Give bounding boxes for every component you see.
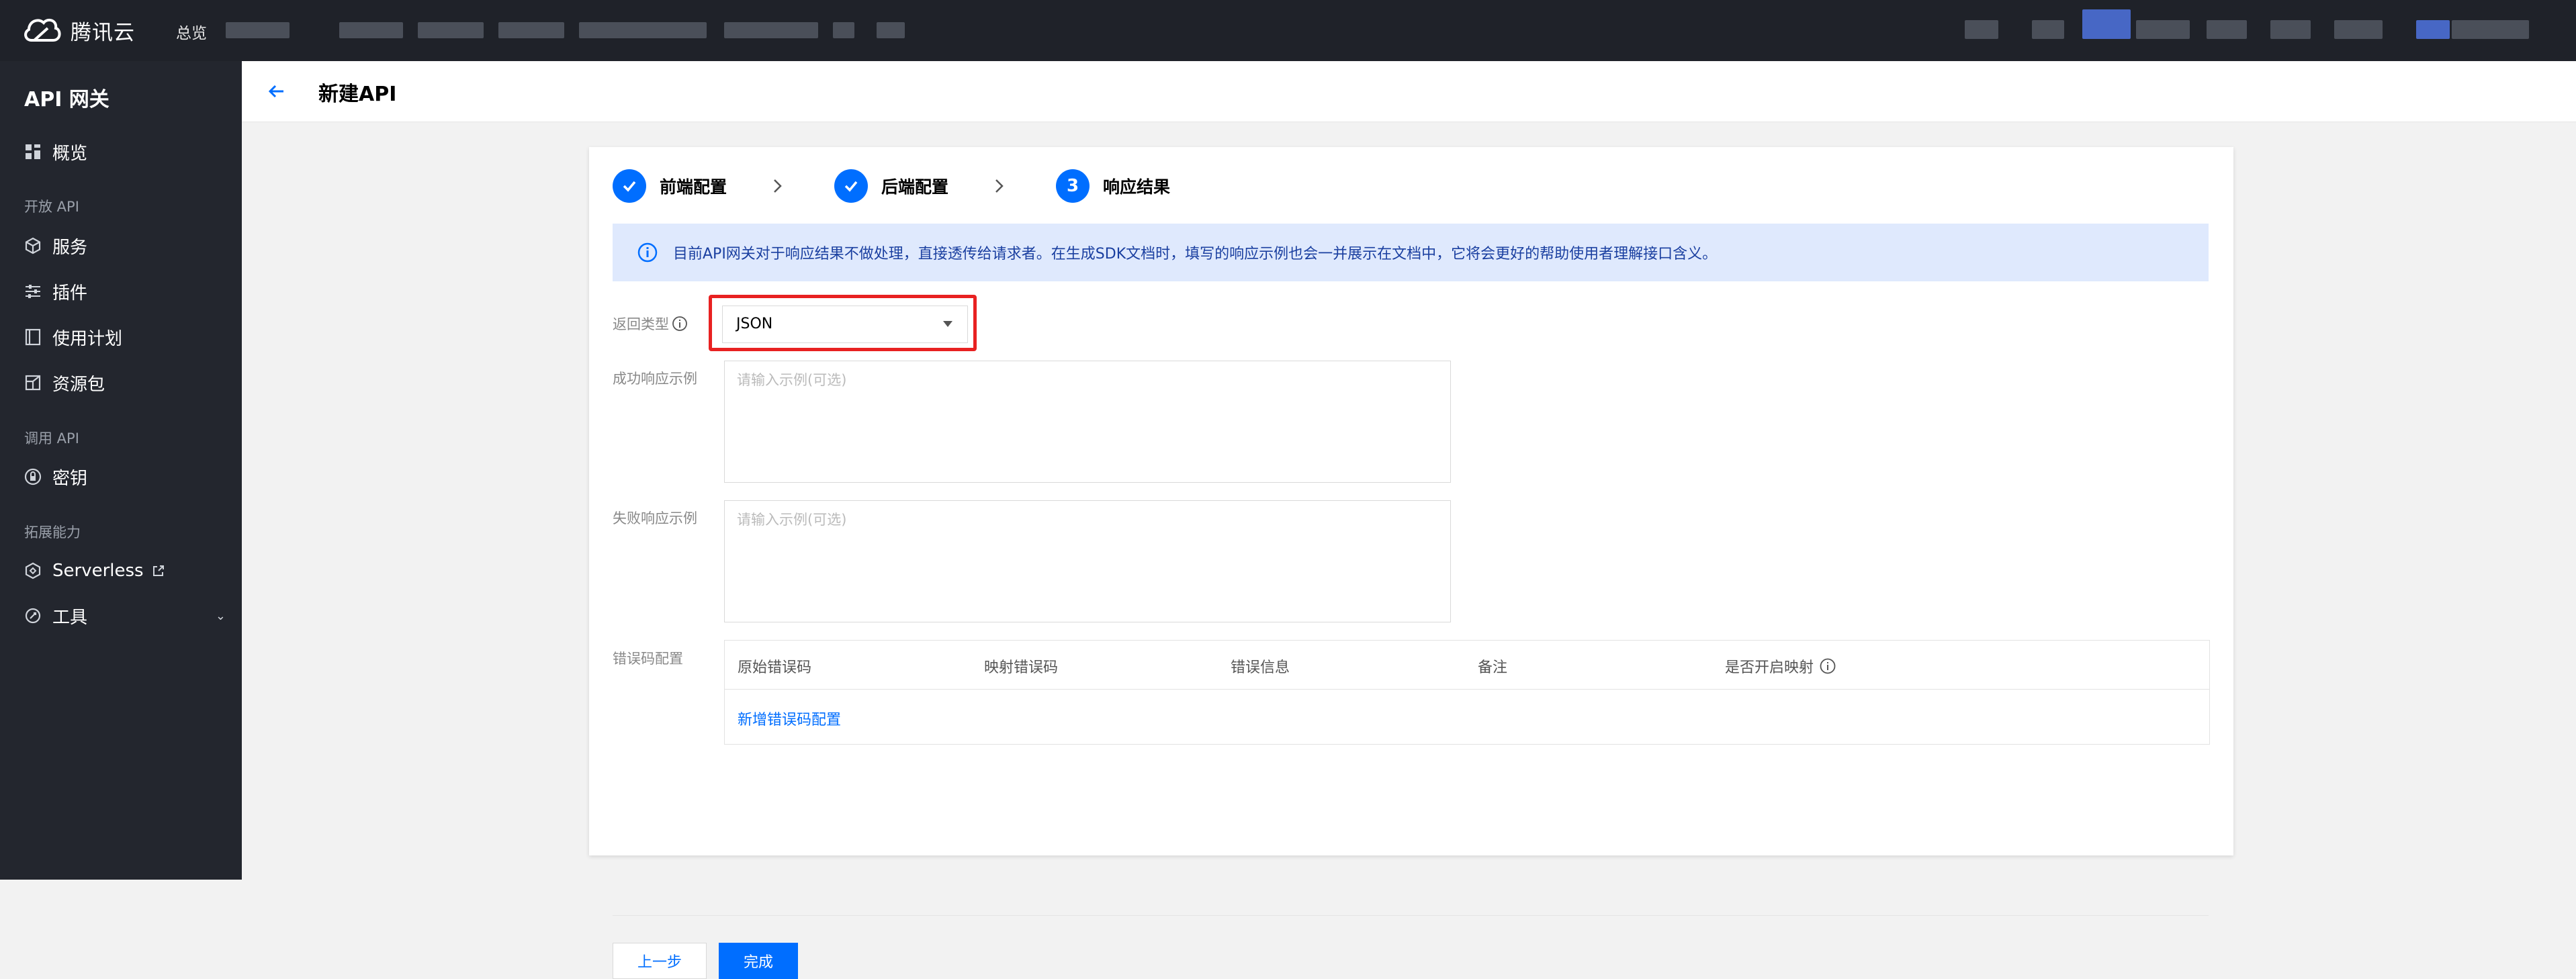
sidebar-item-label: 工具 xyxy=(52,607,88,628)
error-code-table: 原始错误码 映射错误码 错误信息 备注 是否开启映射 新增错误码配置 xyxy=(724,640,2210,745)
brand-logo[interactable]: 腾讯云 xyxy=(22,15,135,46)
redacted-toolbar-item[interactable] xyxy=(2082,9,2131,39)
resource-package-icon xyxy=(24,374,42,391)
redacted-nav-item[interactable] xyxy=(418,22,484,38)
chevron-down-icon: ⌄ xyxy=(215,608,226,623)
info-circle-icon[interactable] xyxy=(672,316,688,332)
info-alert: 目前API网关对于响应结果不做处理，直接透传给请求者。在生成SDK文档时，填写的… xyxy=(613,224,2209,281)
column-header-mapping: 是否开启映射 xyxy=(1725,655,1836,677)
column-header: 备注 xyxy=(1478,659,1508,676)
step-label: 后端配置 xyxy=(881,177,949,197)
caret-down-icon xyxy=(943,321,952,327)
step-number: 3 xyxy=(1056,169,1090,203)
sidebar-item-label: Serverless xyxy=(52,561,144,581)
page-header: 新建API xyxy=(242,61,2576,122)
column-header: 映射错误码 xyxy=(984,659,1059,676)
nav-group-call-api: 调用 API xyxy=(24,430,79,447)
tools-icon xyxy=(24,607,42,624)
sidebar: API 网关 概览 开放 API 服务 插件 使用计划 资源包 调用 API 密… xyxy=(0,61,242,880)
redacted-nav-item[interactable] xyxy=(579,22,707,38)
redacted-nav-item[interactable] xyxy=(877,22,905,38)
product-title: API 网关 xyxy=(24,88,109,111)
external-link-icon xyxy=(152,564,165,577)
return-type-label: 返回类型 xyxy=(613,314,688,334)
check-icon xyxy=(834,169,869,203)
chevron-right-icon xyxy=(989,176,1009,196)
chevron-right-icon xyxy=(767,176,787,196)
sidebar-item-usage-plan[interactable]: 使用计划 xyxy=(24,322,226,352)
divider xyxy=(613,915,2209,916)
sidebar-item-label: 概览 xyxy=(52,143,88,164)
serverless-icon xyxy=(24,562,42,579)
previous-step-button[interactable]: 上一步 xyxy=(613,943,707,979)
redacted-toolbar-item[interactable] xyxy=(2270,20,2311,39)
redacted-account-name[interactable] xyxy=(2452,20,2529,39)
sidebar-item-service[interactable]: 服务 xyxy=(24,231,226,261)
step-frontend-config[interactable]: 前端配置 xyxy=(613,169,727,203)
brand-name: 腾讯云 xyxy=(71,20,135,45)
redacted-nav-item[interactable] xyxy=(724,22,818,38)
redacted-nav-item[interactable] xyxy=(339,22,403,38)
sidebar-item-overview[interactable]: 概览 xyxy=(24,137,226,167)
redacted-toolbar-item[interactable] xyxy=(2032,20,2064,39)
sidebar-item-label: 服务 xyxy=(52,237,88,258)
page-title: 新建API xyxy=(318,83,397,106)
key-lock-icon xyxy=(24,468,42,485)
alert-text: 目前API网关对于响应结果不做处理，直接透传给请求者。在生成SDK文档时，填写的… xyxy=(673,246,1718,263)
failure-example-textarea[interactable] xyxy=(724,500,1451,622)
top-navigation-bar: 腾讯云 总览 xyxy=(0,0,2576,61)
sidebar-item-label: 资源包 xyxy=(52,374,105,395)
form-label-text: 错误码配置 xyxy=(613,651,683,667)
info-circle-icon[interactable] xyxy=(1819,657,1836,675)
redacted-account-avatar[interactable] xyxy=(2416,20,2450,39)
sidebar-item-tools[interactable]: 工具 ⌄ xyxy=(24,601,226,631)
sidebar-item-label: 使用计划 xyxy=(52,328,123,349)
redacted-toolbar-item[interactable] xyxy=(2334,20,2383,39)
step-label: 前端配置 xyxy=(660,177,727,197)
info-circle-icon xyxy=(637,242,658,263)
column-header: 错误信息 xyxy=(1231,659,1290,676)
plugin-sliders-icon xyxy=(24,283,42,300)
form-label-text: 返回类型 xyxy=(613,316,669,332)
step-indicator: 前端配置 后端配置 3 响应结果 xyxy=(613,169,1170,203)
cloud-logo-icon xyxy=(22,13,62,47)
form-label-text: 失败响应示例 xyxy=(613,510,697,526)
sidebar-item-resource-package[interactable]: 资源包 xyxy=(24,368,226,398)
nav-group-extensions: 拓展能力 xyxy=(24,524,81,541)
sidebar-item-label: 密钥 xyxy=(52,468,88,489)
redacted-toolbar-item[interactable] xyxy=(2136,20,2190,39)
plan-book-icon xyxy=(24,328,42,346)
form-label-text: 成功响应示例 xyxy=(613,371,697,387)
sidebar-item-serverless[interactable]: Serverless xyxy=(24,556,226,586)
step-response-result[interactable]: 3 响应结果 xyxy=(1056,169,1170,203)
add-error-code-link[interactable]: 新增错误码配置 xyxy=(738,708,841,729)
redacted-nav-item[interactable] xyxy=(833,22,854,38)
select-value: JSON xyxy=(736,316,773,332)
dashboard-icon xyxy=(24,143,42,160)
redacted-nav-item[interactable] xyxy=(226,22,290,38)
top-nav-overview[interactable]: 总览 xyxy=(176,20,207,43)
sidebar-item-plugin[interactable]: 插件 xyxy=(24,277,226,306)
nav-group-open-api: 开放 API xyxy=(24,199,79,215)
redacted-toolbar-item[interactable] xyxy=(2207,20,2247,39)
success-example-textarea[interactable] xyxy=(724,361,1451,483)
return-type-select[interactable]: JSON xyxy=(722,306,968,343)
success-example-label: 成功响应示例 xyxy=(613,368,697,388)
sidebar-item-key[interactable]: 密钥 xyxy=(24,462,226,492)
check-icon xyxy=(613,169,646,203)
service-cube-icon xyxy=(24,237,42,254)
redacted-nav-item[interactable] xyxy=(498,22,564,38)
error-code-label: 错误码配置 xyxy=(613,648,683,668)
step-label: 响应结果 xyxy=(1103,177,1171,197)
arrow-left-icon[interactable] xyxy=(263,78,290,105)
table-header: 原始错误码 映射错误码 错误信息 备注 是否开启映射 xyxy=(725,641,2209,690)
sidebar-item-label: 插件 xyxy=(52,283,88,304)
failure-example-label: 失败响应示例 xyxy=(613,508,697,528)
column-header: 是否开启映射 xyxy=(1725,659,1814,676)
redacted-toolbar-item[interactable] xyxy=(1965,20,1998,39)
finish-button[interactable]: 完成 xyxy=(719,943,798,979)
column-header: 原始错误码 xyxy=(738,659,812,676)
step-backend-config[interactable]: 后端配置 xyxy=(834,169,948,203)
